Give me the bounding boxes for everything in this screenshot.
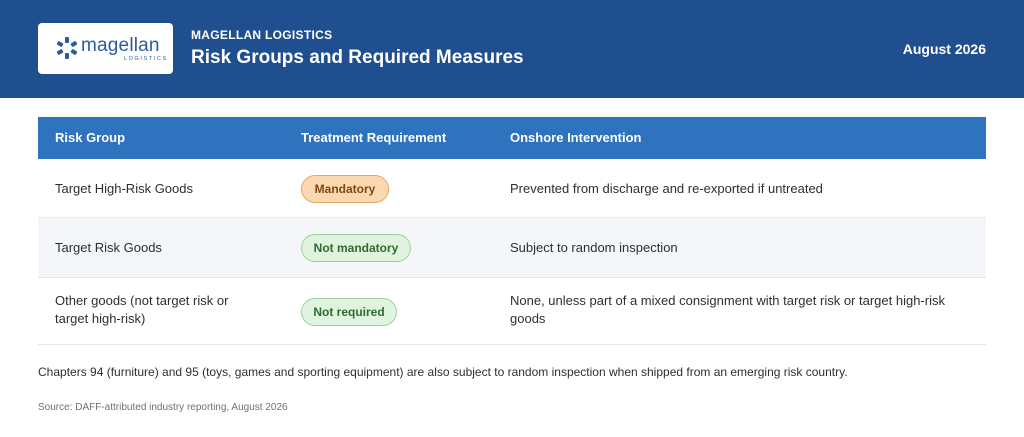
table-row: Target Risk Goods Not mandatory Subject … [38, 218, 986, 278]
treatment-badge: Mandatory [301, 175, 389, 203]
logo-wordmark: magellan [81, 35, 160, 56]
intervention-cell: None, unless part of a mixed consignment… [510, 293, 945, 326]
column-header-risk-group: Risk Group [55, 130, 126, 145]
company-logo: magellan LOGISTICS [38, 23, 173, 74]
risk-groups-table: Risk Group Treatment Requirement Onshore… [38, 117, 986, 345]
source-note: Source: DAFF-attributed industry reporti… [38, 402, 288, 413]
company-name: MAGELLAN LOGISTICS [191, 28, 333, 42]
risk-group-cell: Other goods (not target risk or target h… [55, 293, 229, 326]
table-row: Target High-Risk Goods Mandatory Prevent… [38, 159, 986, 218]
treatment-badge: Not required [301, 298, 397, 326]
column-header-treatment: Treatment Requirement [301, 130, 447, 145]
logo-subtitle: LOGISTICS [124, 56, 168, 62]
column-header-intervention: Onshore Intervention [510, 130, 642, 145]
table-row: Other goods (not target risk or target h… [38, 278, 986, 345]
page-title: Risk Groups and Required Measures [191, 47, 524, 68]
logo-star-icon [56, 37, 78, 59]
risk-group-cell: Target High-Risk Goods [55, 181, 193, 196]
intervention-cell: Prevented from discharge and re-exported… [510, 181, 823, 196]
treatment-badge: Not mandatory [301, 234, 411, 262]
page-header: magellan LOGISTICS MAGELLAN LOGISTICS Ri… [0, 0, 1024, 98]
table-header: Risk Group Treatment Requirement Onshore… [38, 117, 986, 159]
footnote: Chapters 94 (furniture) and 95 (toys, ga… [38, 365, 848, 379]
risk-group-cell: Target Risk Goods [55, 240, 162, 255]
intervention-cell: Subject to random inspection [510, 240, 678, 255]
report-date: August 2026 [902, 41, 986, 57]
